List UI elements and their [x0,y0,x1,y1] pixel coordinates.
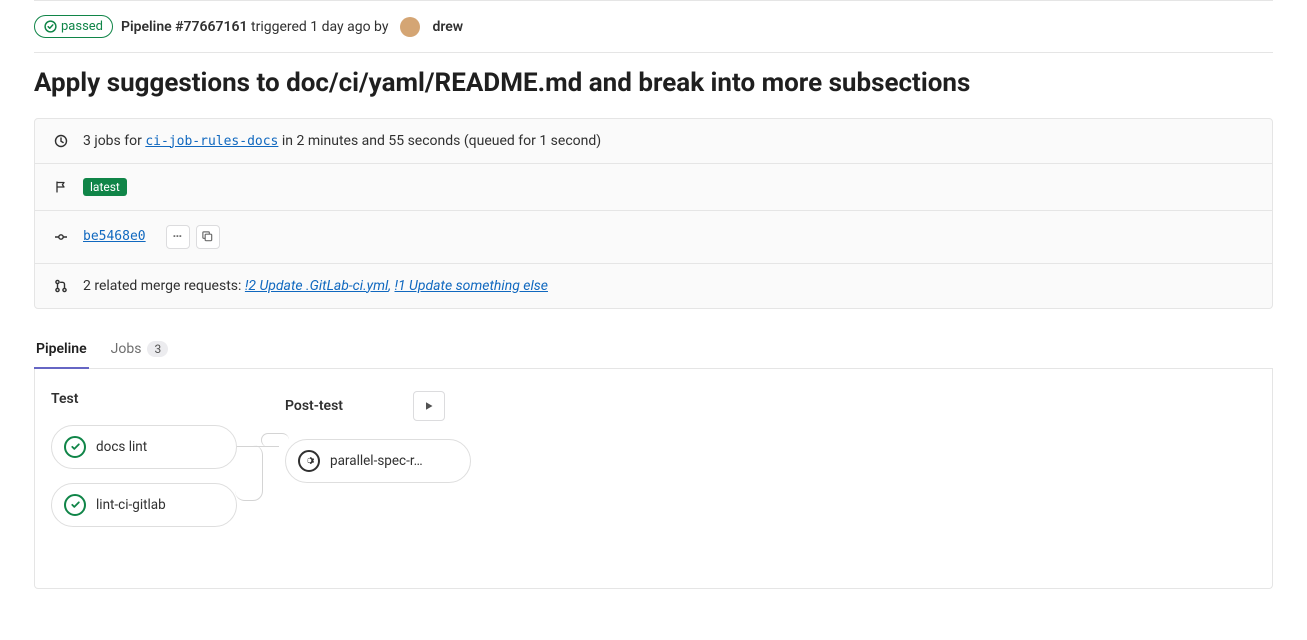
pipeline-info-panel: 3 jobs for ci-job-rules-docs in 2 minute… [34,118,1273,309]
jobs-count-badge: 3 [147,341,168,357]
job-docs-lint[interactable]: docs lint [51,425,237,469]
commit-icon [53,229,69,245]
branch-link[interactable]: ci-job-rules-docs [145,134,278,149]
tags-row: latest [35,164,1272,211]
pipeline-trigger-text: triggered 1 day ago by [251,19,388,35]
pipeline-graph: Test docs lint lint-ci-gitlab Post-test [34,369,1273,589]
commit-sha-link[interactable]: be5468e0 [83,229,146,244]
tab-jobs[interactable]: Jobs 3 [109,331,171,367]
check-circle-icon [44,20,57,33]
tab-pipeline[interactable]: Pipeline [34,331,89,369]
stage-post-test: Post-test parallel-spec-r… [285,391,471,483]
related-mrs-row: 2 related merge requests: !2 Update .Git… [35,264,1272,308]
page-title: Apply suggestions to doc/ci/yaml/README.… [34,67,1273,100]
check-icon [64,494,86,516]
stage-title: Post-test [285,398,343,414]
status-label: passed [61,19,103,34]
play-stage-button[interactable] [413,391,445,421]
latest-tag: latest [83,178,127,196]
stage-title: Test [51,391,78,407]
related-mr-link[interactable]: !2 Update .GitLab-ci.yml [245,278,388,294]
pipeline-status-badge[interactable]: passed [34,15,113,38]
copy-sha-button[interactable] [196,225,220,249]
jobs-summary-row: 3 jobs for ci-job-rules-docs in 2 minute… [35,119,1272,164]
more-actions-button[interactable]: … [166,225,190,249]
play-icon [424,401,434,411]
pipeline-label-prefix: Pipeline #77667161 [121,19,248,35]
copy-icon [201,230,214,243]
merge-request-icon [53,278,69,294]
job-lint-ci-gitlab[interactable]: lint-ci-gitlab [51,483,237,527]
stage-test: Test docs lint lint-ci-gitlab [51,391,237,527]
gear-icon [298,450,320,472]
avatar[interactable] [400,17,420,37]
check-icon [64,436,86,458]
job-parallel-spec[interactable]: parallel-spec-r… [285,439,471,483]
author-name[interactable]: drew [432,19,463,35]
pipeline-tabs: Pipeline Jobs 3 [34,331,1273,369]
commit-row: be5468e0 … [35,211,1272,264]
clock-icon [53,133,69,149]
flag-icon [53,179,69,195]
related-mr-link[interactable]: !1 Update something else [394,278,547,294]
